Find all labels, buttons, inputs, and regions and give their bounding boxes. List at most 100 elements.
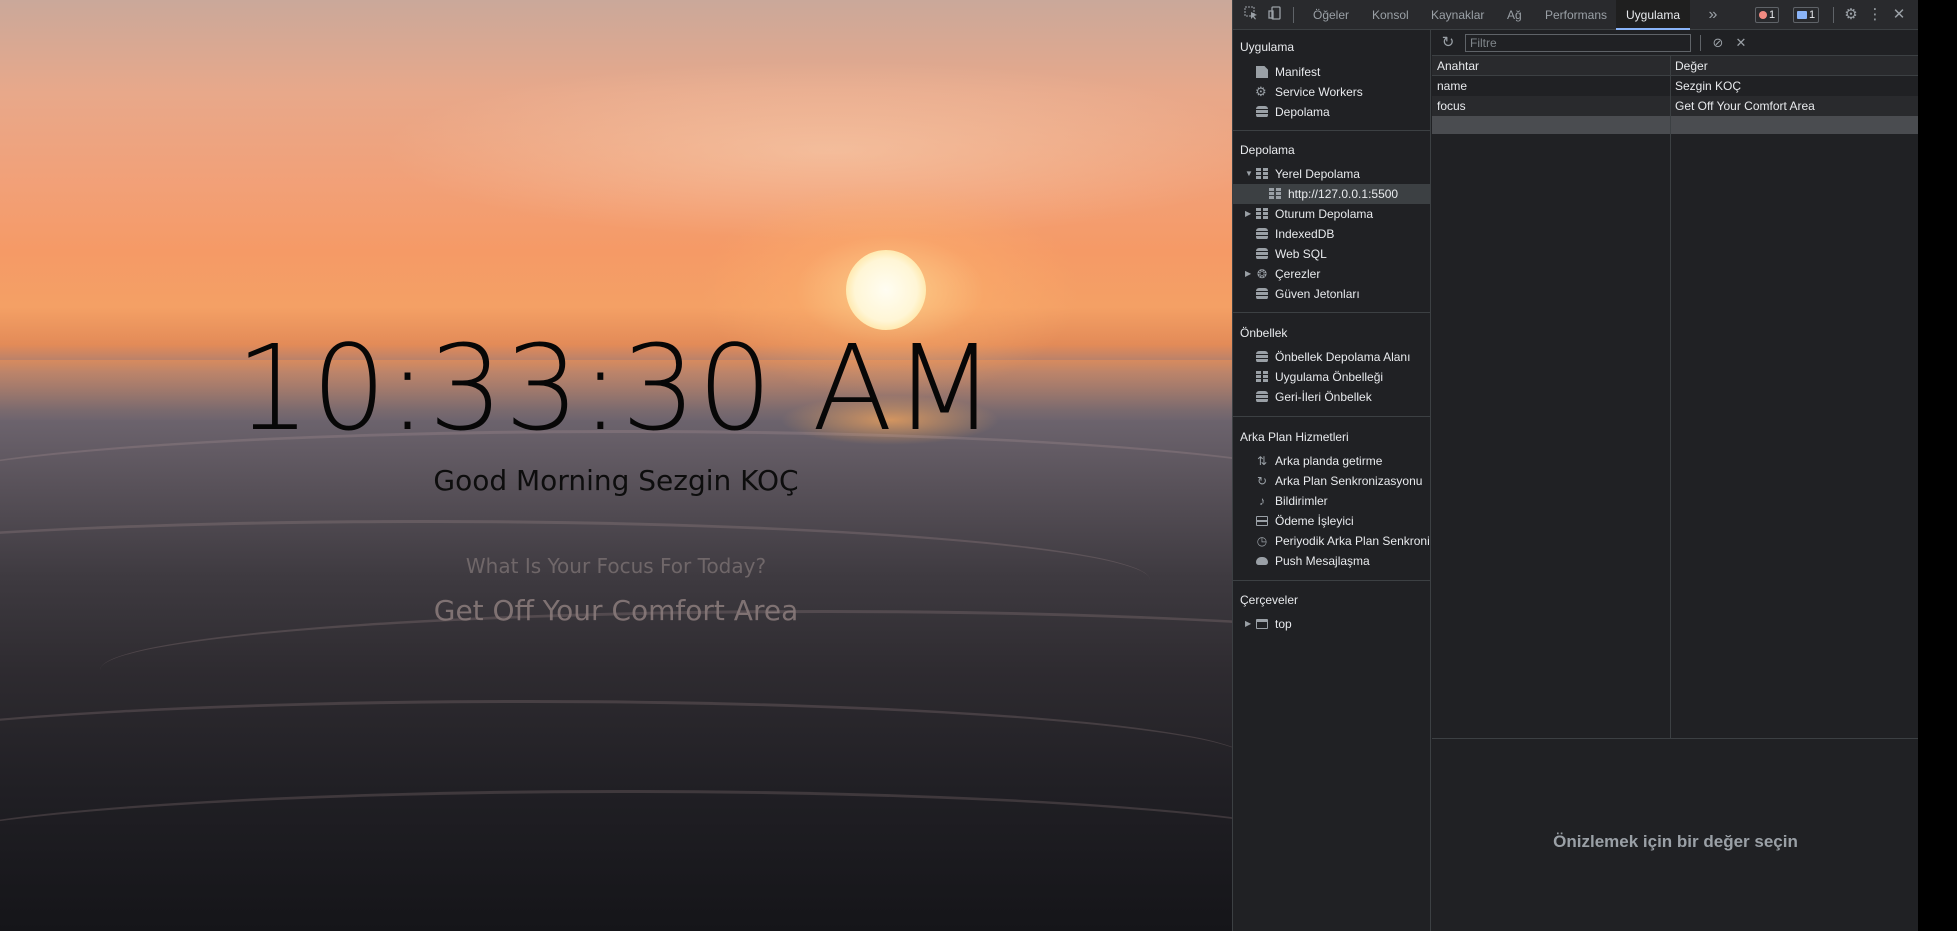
sidebar-item-label: Uygulama Önbelleği <box>1275 370 1384 384</box>
devtools-panel: Öğeler Konsol Kaynaklar Ağ Performans Uy… <box>1232 0 1919 931</box>
sidebar-item-label: Ödeme İşleyici <box>1275 514 1354 528</box>
sidebar-item-label: Depolama <box>1275 105 1330 119</box>
sidebar-item-push-messaging[interactable]: Push Mesajlaşma <box>1233 551 1430 571</box>
device-toolbar-icon[interactable] <box>1265 5 1285 25</box>
sidebar-item-session-storage[interactable]: ▶ Oturum Depolama <box>1233 204 1430 224</box>
sidebar-item-indexeddb[interactable]: IndexedDB <box>1233 224 1430 244</box>
cookie-icon: ❂ <box>1256 267 1268 281</box>
section-title-application: Uygulama <box>1240 40 1295 54</box>
focus-question: What Is Your Focus For Today? <box>465 554 767 578</box>
delete-selected-icon[interactable]: ✕ <box>1731 33 1751 53</box>
card-icon <box>1256 516 1268 526</box>
database-icon <box>1256 351 1268 363</box>
inspect-element-icon[interactable] <box>1241 5 1261 25</box>
devtools-toolbar: Öğeler Konsol Kaynaklar Ağ Performans Uy… <box>1233 0 1919 30</box>
window-edge <box>1918 0 1957 931</box>
toolbar-separator <box>1833 7 1834 23</box>
sidebar-item-background-sync[interactable]: ↻ Arka Plan Senkronizasyonu <box>1233 471 1430 491</box>
close-icon[interactable]: ✕ <box>1889 5 1909 25</box>
toolbar-separator <box>1700 35 1701 51</box>
bell-icon: ♪ <box>1259 494 1265 508</box>
database-icon <box>1256 288 1268 300</box>
tab-sources[interactable]: Kaynaklar <box>1431 0 1484 30</box>
sidebar-item-label: Push Mesajlaşma <box>1275 554 1370 568</box>
preview-placeholder: Önizlemek için bir değer seçin <box>1553 832 1798 851</box>
message-icon <box>1797 11 1807 19</box>
sidebar-item-label: Çerezler <box>1275 267 1321 281</box>
sidebar-item-payment-handler[interactable]: Ödeme İşleyici <box>1233 511 1430 531</box>
collapsed-triangle-icon[interactable]: ▶ <box>1245 264 1253 284</box>
column-header-key[interactable]: Anahtar <box>1432 56 1670 76</box>
sidebar-item-trust-tokens[interactable]: Güven Jetonları <box>1233 284 1430 304</box>
grid-icon <box>1269 188 1281 200</box>
file-icon <box>1256 66 1268 78</box>
sidebar-item-cookies[interactable]: ▶ ❂ Çerezler <box>1233 264 1430 284</box>
sidebar-item-notifications[interactable]: ♪ Bildirimler <box>1233 491 1430 511</box>
collapsed-triangle-icon[interactable]: ▶ <box>1245 204 1253 224</box>
table-row-empty-editable[interactable] <box>1432 116 1919 134</box>
section-title-cache: Önbellek <box>1240 326 1288 340</box>
sidebar-item-label: Bildirimler <box>1275 494 1328 508</box>
wave <box>0 790 1232 910</box>
sidebar-divider <box>1233 130 1430 131</box>
message-count-badge[interactable]: 1 <box>1793 7 1820 23</box>
frame-icon <box>1256 619 1268 629</box>
sidebar-divider <box>1233 416 1430 417</box>
more-options-icon[interactable]: ⋮ <box>1865 5 1885 25</box>
database-icon <box>1256 248 1268 260</box>
sidebar-item-back-forward-cache[interactable]: Geri-İleri Önbellek <box>1233 387 1430 407</box>
database-icon <box>1256 106 1268 118</box>
sidebar-item-websql[interactable]: Web SQL <box>1233 244 1430 264</box>
sidebar-item-manifest[interactable]: Manifest <box>1233 62 1430 82</box>
table-row[interactable]: name Sezgin KOÇ <box>1432 76 1919 96</box>
fetch-arrows-icon: ⇅ <box>1256 454 1268 468</box>
sidebar-item-application-cache[interactable]: Uygulama Önbelleği <box>1233 367 1430 387</box>
sidebar-item-local-storage[interactable]: ▼ Yerel Depolama <box>1233 164 1430 184</box>
clear-all-icon[interactable]: ⊘ <box>1708 33 1728 53</box>
message-count: 1 <box>1809 9 1816 21</box>
error-count-badge[interactable]: 1 <box>1755 7 1780 23</box>
tab-performance[interactable]: Performans <box>1545 0 1607 30</box>
sidebar-item-label: Güven Jetonları <box>1275 287 1360 301</box>
sidebar-item-periodic-background-sync[interactable]: ◷ Periyodik Arka Plan Senkronizasyonu <box>1233 531 1430 551</box>
sidebar-item-label: Web SQL <box>1275 247 1327 261</box>
sidebar-item-service-workers[interactable]: ⚙ Service Workers <box>1233 82 1430 102</box>
refresh-icon[interactable]: ↻ <box>1438 33 1458 53</box>
toolbar-separator <box>1293 7 1294 23</box>
web-page-viewport: 10:33:30 AM Good Morning Sezgin KOÇ What… <box>0 0 1232 931</box>
sidebar-item-label: Manifest <box>1275 65 1321 79</box>
key-value-table: Anahtar Değer name Sezgin KOÇ focus Get … <box>1432 56 1919 738</box>
sidebar-item-label: Service Workers <box>1275 85 1363 99</box>
settings-gear-icon[interactable]: ⚙ <box>1841 5 1861 25</box>
sync-icon: ↻ <box>1256 474 1268 488</box>
focus-input[interactable]: Get Off Your Comfort Area <box>0 594 1232 627</box>
tab-console[interactable]: Konsol <box>1372 0 1409 30</box>
database-icon <box>1256 228 1268 240</box>
sidebar-item-storage-overview[interactable]: Depolama <box>1233 102 1430 122</box>
tab-network[interactable]: Ağ <box>1507 0 1522 30</box>
row-key: focus <box>1437 99 1466 113</box>
sidebar-item-frame-top[interactable]: ▶ top <box>1233 614 1430 634</box>
sidebar-item-local-origin[interactable]: http://127.0.0.1:5500 <box>1233 184 1430 204</box>
filter-input[interactable] <box>1465 34 1691 52</box>
sidebar-item-label: Geri-İleri Önbellek <box>1275 390 1372 404</box>
sidebar-divider <box>1233 580 1430 581</box>
collapsed-triangle-icon[interactable]: ▶ <box>1245 614 1253 634</box>
tab-elements[interactable]: Öğeler <box>1313 0 1349 30</box>
row-key: name <box>1437 79 1468 93</box>
row-value: Get Off Your Comfort Area <box>1675 99 1815 113</box>
sidebar-item-label: Oturum Depolama <box>1275 207 1374 221</box>
section-title-storage: Depolama <box>1240 143 1295 157</box>
grid-icon <box>1256 208 1268 220</box>
database-icon <box>1256 391 1268 403</box>
sidebar-item-background-fetch[interactable]: ⇅ Arka planda getirme <box>1233 451 1430 471</box>
row-value: Sezgin KOÇ <box>1675 79 1742 93</box>
sidebar-item-label: http://127.0.0.1:5500 <box>1288 187 1399 201</box>
table-row[interactable]: focus Get Off Your Comfort Area <box>1432 96 1919 116</box>
column-divider[interactable] <box>1670 56 1671 738</box>
sidebar-item-cache-storage[interactable]: Önbellek Depolama Alanı <box>1233 347 1430 367</box>
more-tabs-chevron-icon[interactable]: » <box>1703 5 1723 25</box>
column-header-value[interactable]: Değer <box>1670 56 1919 76</box>
expanded-triangle-icon[interactable]: ▼ <box>1245 164 1253 184</box>
tab-application[interactable]: Uygulama <box>1616 0 1691 30</box>
